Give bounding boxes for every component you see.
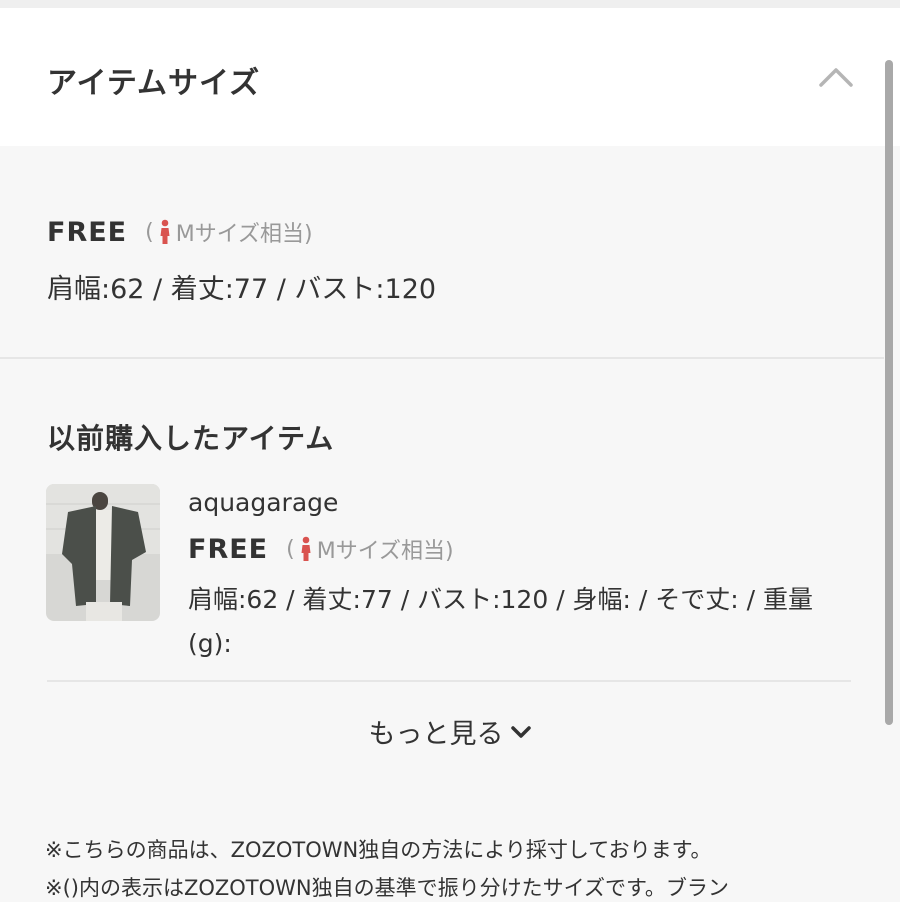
woman-icon [301, 536, 311, 561]
item-size-header[interactable]: アイテムサイズ [0, 8, 900, 146]
chevron-down-icon [510, 725, 531, 738]
top-strip [0, 0, 900, 8]
previous-item-measurements: 肩幅:62 / 着丈:77 / バスト:120 / 身幅: / そで丈: / 重… [188, 585, 814, 658]
note-open-paren: ( [286, 536, 295, 562]
chevron-up-icon[interactable] [818, 64, 854, 88]
note-open-paren: ( [145, 219, 154, 245]
size-equivalent-note: ( Mサイズ相当) [145, 216, 313, 248]
size-measurements: 肩幅:62 / 着丈:77 / バスト:120 [47, 274, 437, 305]
size-note-disclaimer: ※()内の表示はZOZOTOWN独自の基準で振り分けたサイズです。ブラン [45, 876, 729, 900]
product-thumbnail[interactable] [46, 484, 160, 621]
woman-icon [160, 219, 170, 244]
size-equivalent-text: Mサイズ相当) [175, 222, 313, 247]
show-more-label: もっと見る [368, 719, 504, 750]
show-more-button[interactable]: もっと見る [0, 712, 900, 751]
previous-size-equivalent-note: ( Mサイズ相当) [286, 533, 454, 565]
previous-size-label: FREE [188, 533, 269, 565]
item-size-row: FREE ( Mサイズ相当) [47, 216, 313, 248]
previous-items-title: 以前購入したアイテム [47, 422, 335, 455]
page-title: アイテムサイズ [47, 66, 261, 101]
measurement-note: ※こちらの商品は、ZOZOTOWN独自の方法により採寸しております。 [45, 838, 712, 862]
list-divider [47, 680, 851, 682]
section-divider [0, 357, 884, 359]
previous-item-brand[interactable]: aquagarage [188, 488, 338, 517]
previous-size-equivalent-text: Mサイズ相当) [316, 539, 454, 564]
size-label: FREE [47, 216, 128, 248]
previous-item-size-row: FREE ( Mサイズ相当) [188, 533, 454, 565]
scrollbar-thumb[interactable] [885, 60, 893, 725]
